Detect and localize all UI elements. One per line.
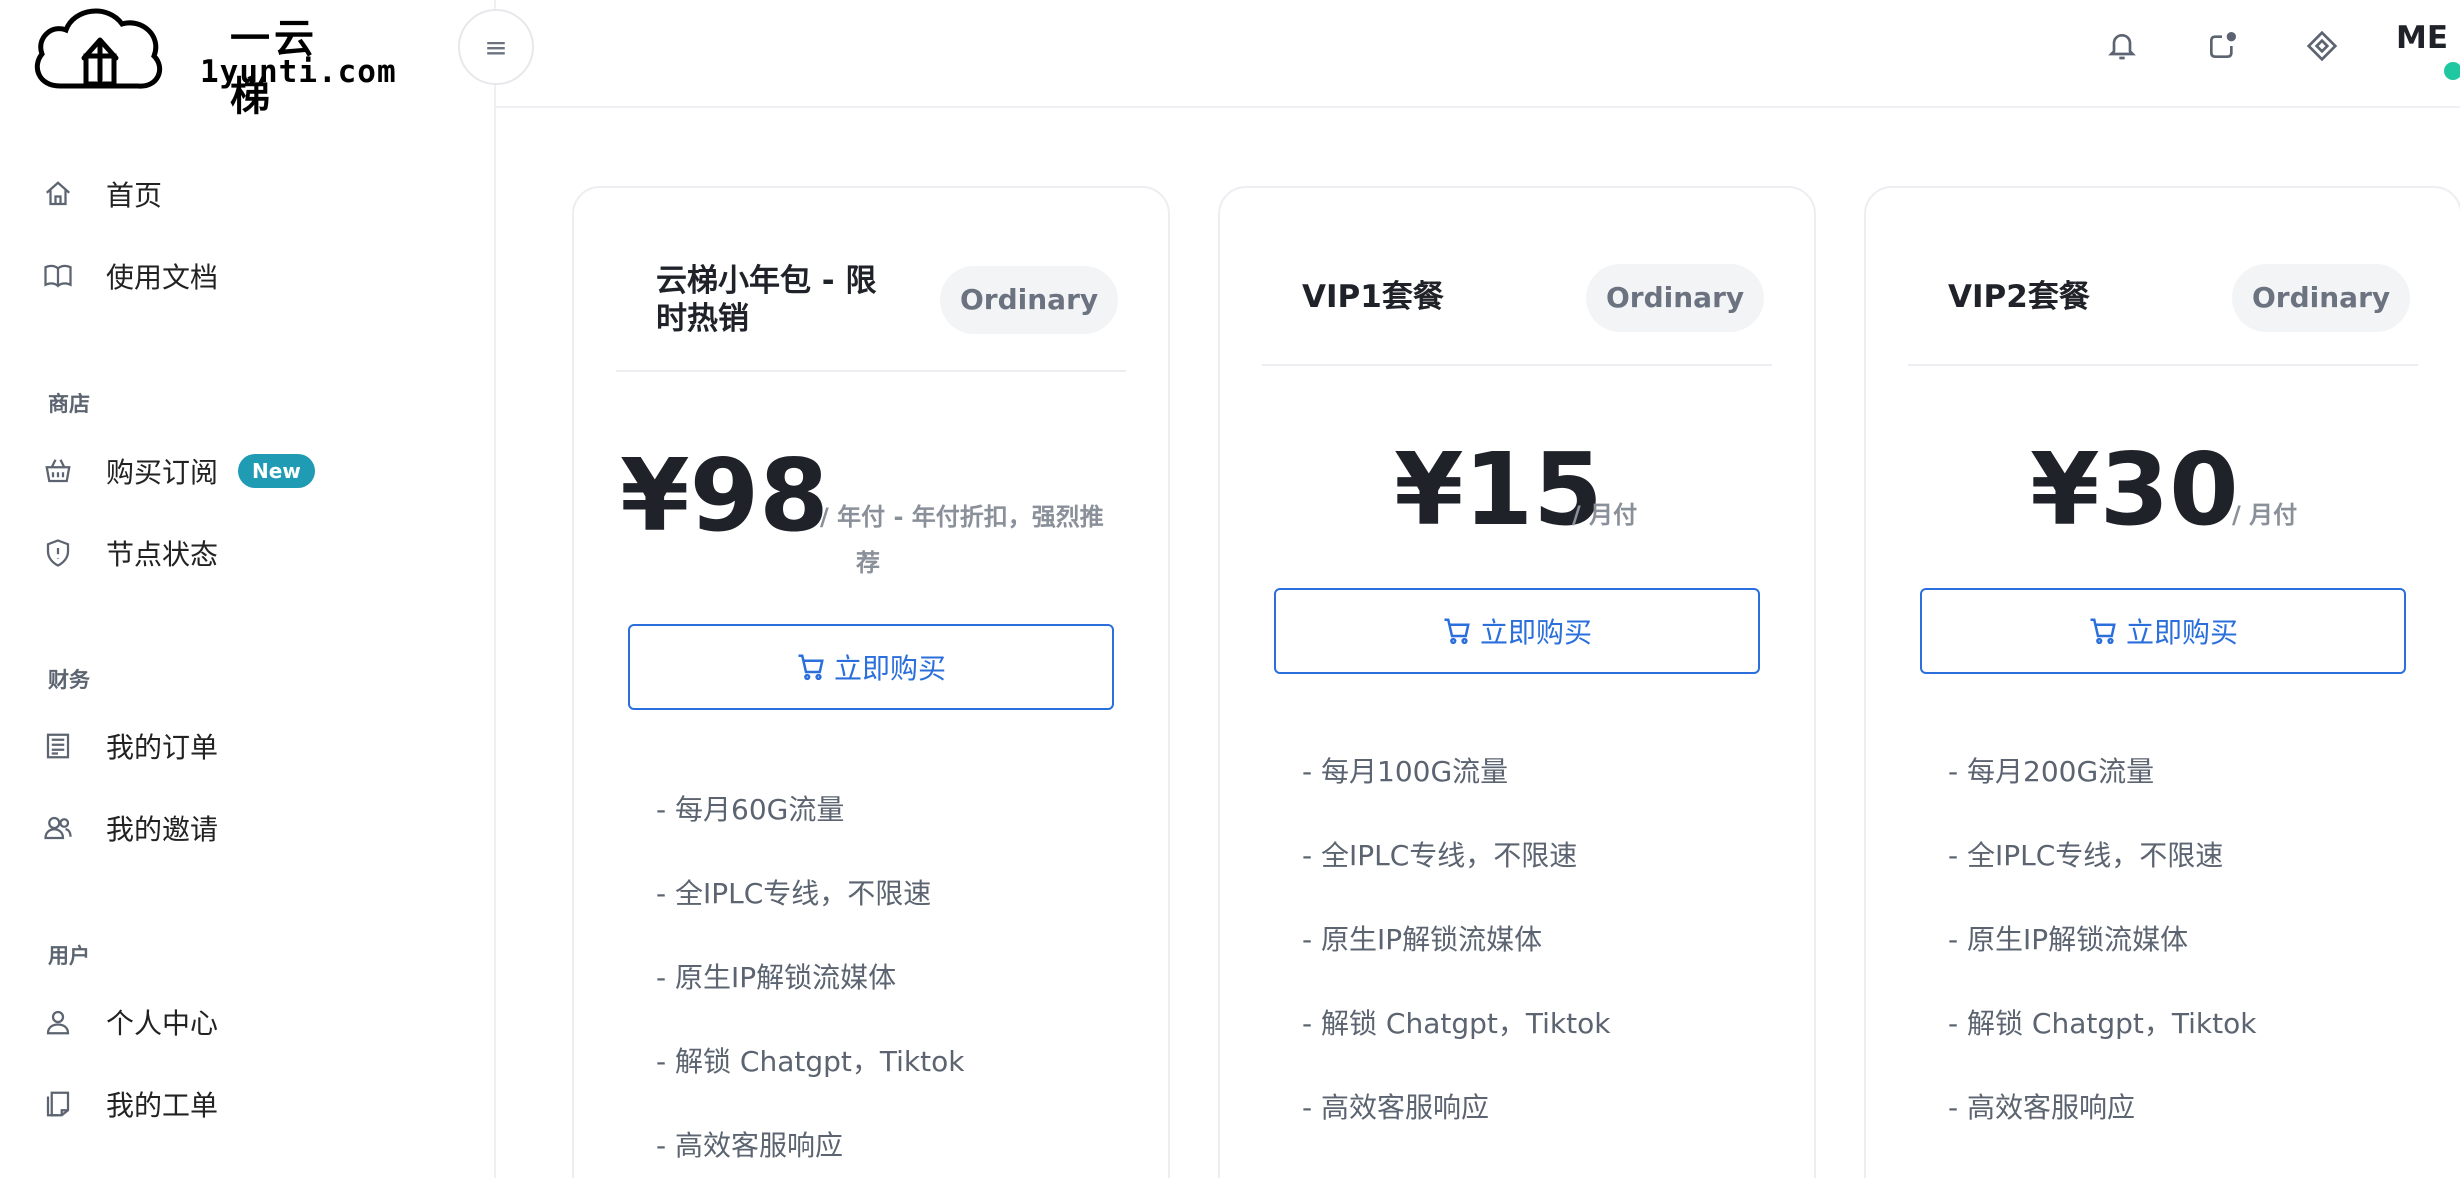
- plan-card-yearly: 云梯小年包 - 限 时热销 Ordinary ¥98 / 年付 - 年付折扣，强…: [572, 186, 1170, 1178]
- plan-card-vip2: VIP2套餐 Ordinary ¥30 / 月付 立即购买 - 每月200G流量…: [1864, 186, 2460, 1178]
- logo-domain-text: 1yunti.com: [200, 54, 397, 90]
- cart-icon: [2090, 618, 2116, 645]
- plan-feature: - 全IPLC专线，不限速: [1302, 839, 1578, 872]
- plan-period-line: / 年付 - 年付折扣，强烈推: [820, 503, 1104, 531]
- plan-badge: Ordinary: [1586, 264, 1765, 332]
- ticket-icon: [40, 1086, 76, 1122]
- plan-feature: - 高效客服响应: [1302, 1091, 1490, 1124]
- plan-feature: - 解锁 Chatgpt，Tiktok: [1302, 1007, 1611, 1040]
- home-icon: [40, 176, 76, 212]
- plan-title-line: 时热销: [656, 301, 749, 337]
- receipt-icon: [40, 728, 76, 764]
- sidebar-item-node-status[interactable]: 节点状态: [40, 523, 460, 583]
- avatar[interactable]: ME: [2396, 20, 2448, 56]
- online-status-dot: [2444, 62, 2460, 80]
- menu-toggle-button[interactable]: ≡: [458, 9, 534, 85]
- plan-feature: - 原生IP解锁流媒体: [656, 961, 897, 994]
- plan-period: / 月付: [2232, 501, 2298, 529]
- plan-feature: - 高效客服响应: [656, 1129, 844, 1162]
- diamond-icon[interactable]: [2300, 24, 2344, 68]
- plan-price: ¥30: [2030, 431, 2239, 548]
- cart-icon: [1444, 618, 1470, 645]
- card-divider: [1908, 364, 2418, 366]
- buy-now-button[interactable]: 立即购买: [1920, 588, 2406, 674]
- plan-feature: - 解锁 Chatgpt，Tiktok: [1948, 1007, 2257, 1040]
- sidebar-item-label: 个人中心: [106, 1007, 219, 1040]
- plan-price: ¥98: [620, 437, 829, 554]
- user-icon: [40, 1004, 76, 1040]
- plan-feature: - 每月60G流量: [656, 793, 845, 826]
- sidebar-item-profile[interactable]: 个人中心: [40, 992, 460, 1052]
- plan-feature: - 原生IP解锁流媒体: [1948, 923, 2189, 956]
- sidebar: 一云梯 1yunti.com 首页 使用文档 商店 购买订阅 New 节点状态 …: [0, 0, 496, 1178]
- sidebar-item-orders[interactable]: 我的订单: [40, 716, 460, 776]
- section-title-finance: 财务: [48, 668, 90, 692]
- plan-badge: Ordinary: [2232, 264, 2411, 332]
- plan-feature: - 原生IP解锁流媒体: [1302, 923, 1543, 956]
- top-header: ≡ ME: [458, 0, 2460, 108]
- plan-period-line: 荐: [856, 549, 880, 577]
- plan-badge: Ordinary: [940, 266, 1119, 334]
- buy-now-label: 立即购买: [2125, 616, 2238, 649]
- sidebar-item-label: 节点状态: [106, 538, 219, 571]
- plan-card-vip1: VIP1套餐 Ordinary ¥15 / 月付 立即购买 - 每月100G流量…: [1218, 186, 1816, 1178]
- plan-period: / 年付 - 年付折扣，强烈推 荐: [820, 494, 1150, 586]
- plan-feature: - 解锁 Chatgpt，Tiktok: [656, 1045, 965, 1078]
- sidebar-item-label: 使用文档: [106, 261, 219, 294]
- bell-icon[interactable]: [2100, 24, 2144, 68]
- buy-now-label: 立即购买: [833, 652, 946, 685]
- plan-title: VIP2套餐: [1948, 279, 2090, 315]
- card-divider: [616, 370, 1126, 372]
- plan-feature: - 每月200G流量: [1948, 755, 2155, 788]
- plan-title: 云梯小年包 - 限 时热销: [656, 262, 876, 338]
- notification-icon[interactable]: [2200, 24, 2244, 68]
- basket-icon: [40, 453, 76, 489]
- shield-icon: [40, 535, 76, 571]
- section-title-user: 用户: [48, 944, 90, 968]
- plan-title-line: 云梯小年包 - 限: [656, 263, 877, 299]
- plan-title: VIP1套餐: [1302, 279, 1444, 315]
- buy-now-button[interactable]: 立即购买: [1274, 588, 1760, 674]
- buy-now-label: 立即购买: [1479, 616, 1592, 649]
- buy-now-button[interactable]: 立即购买: [628, 624, 1114, 710]
- book-icon: [40, 258, 76, 294]
- hamburger-icon: ≡: [484, 30, 508, 64]
- new-badge: New: [238, 454, 315, 488]
- sidebar-item-label: 我的订单: [106, 731, 219, 764]
- card-divider: [1262, 364, 1772, 366]
- plan-feature: - 高效客服响应: [1948, 1091, 2136, 1124]
- sidebar-item-tickets[interactable]: 我的工单: [40, 1074, 460, 1134]
- plan-feature: - 每月100G流量: [1302, 755, 1509, 788]
- section-title-store: 商店: [48, 392, 90, 416]
- logo[interactable]: 一云梯 1yunti.com: [30, 0, 396, 120]
- cart-icon: [798, 654, 824, 681]
- plan-period: / 月付: [1572, 501, 1638, 529]
- sidebar-item-invites[interactable]: 我的邀请: [40, 798, 460, 858]
- sidebar-item-docs[interactable]: 使用文档: [40, 246, 460, 306]
- sidebar-item-label: 购买订阅: [106, 456, 219, 489]
- sidebar-item-home[interactable]: 首页: [40, 164, 460, 224]
- plan-feature: - 全IPLC专线，不限速: [656, 877, 932, 910]
- sidebar-item-buy-subscription[interactable]: 购买订阅 New: [40, 441, 460, 501]
- sidebar-item-label: 我的工单: [106, 1089, 219, 1122]
- sidebar-item-label: 首页: [106, 179, 163, 212]
- sidebar-item-label: 我的邀请: [106, 813, 219, 846]
- plan-feature: - 全IPLC专线，不限速: [1948, 839, 2224, 872]
- cloud-upload-icon: [35, 8, 162, 89]
- users-icon: [40, 810, 76, 846]
